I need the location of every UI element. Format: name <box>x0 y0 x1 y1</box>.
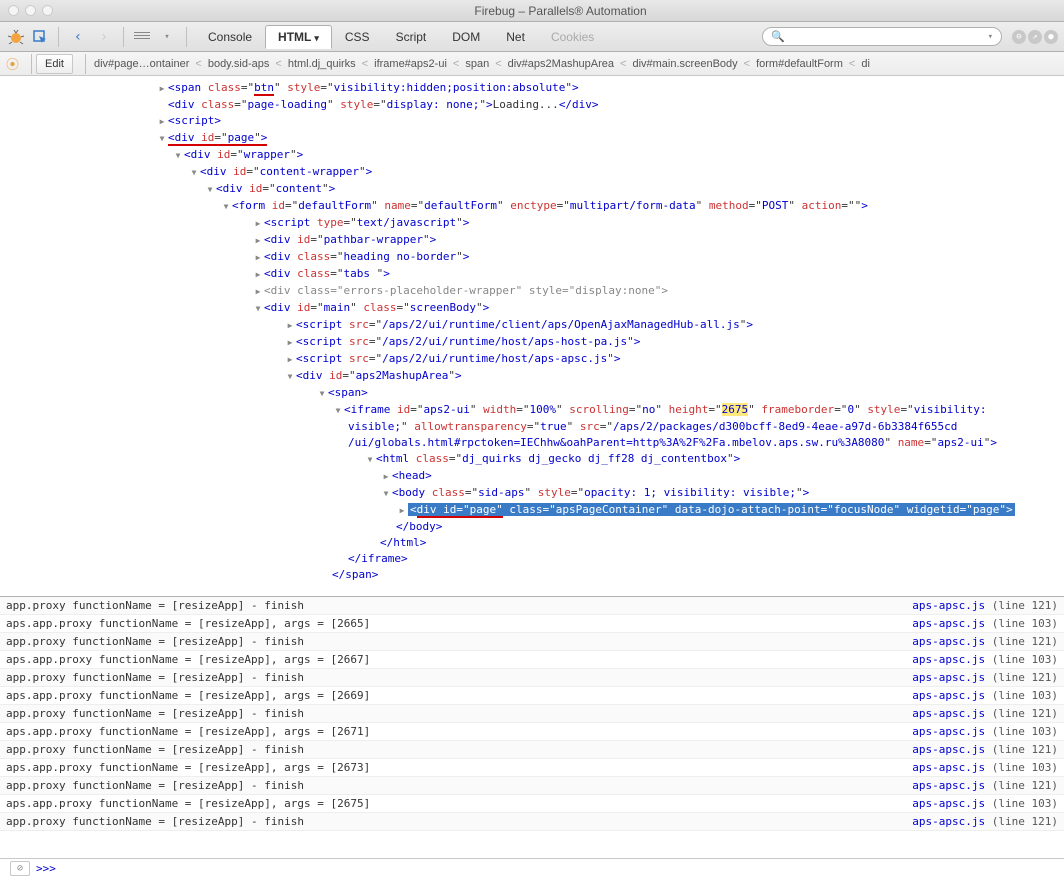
main-toolbar: ‹ › ▾ Console HTML▾ CSS Script DOM Net C… <box>0 22 1064 52</box>
console-row: app.proxy functionName = [resizeApp] - f… <box>0 813 1064 831</box>
console-message: app.proxy functionName = [resizeApp] - f… <box>6 599 304 612</box>
crumb[interactable]: div#main.screenBody <box>628 56 741 72</box>
console-message: app.proxy functionName = [resizeApp] - f… <box>6 635 304 648</box>
console-message: app.proxy functionName = [resizeApp] - f… <box>6 815 304 828</box>
console-source[interactable]: aps-apsc.js (line 103) <box>912 689 1058 702</box>
console-message: app.proxy functionName = [resizeApp] - f… <box>6 707 304 720</box>
console-source[interactable]: aps-apsc.js (line 103) <box>912 797 1058 810</box>
console-message: aps.app.proxy functionName = [resizeApp]… <box>6 689 370 702</box>
crumb[interactable]: div#page…ontainer <box>90 56 193 72</box>
back-button[interactable]: ‹ <box>67 27 89 47</box>
console-source[interactable]: aps-apsc.js (line 103) <box>912 725 1058 738</box>
console-message: aps.app.proxy functionName = [resizeApp]… <box>6 725 370 738</box>
crumb[interactable]: di <box>857 56 874 72</box>
console-source[interactable]: aps-apsc.js (line 121) <box>912 635 1058 648</box>
console-prompt: >>> <box>36 862 56 875</box>
console-message: aps.app.proxy functionName = [resizeApp]… <box>6 761 370 774</box>
console-row: aps.app.proxy functionName = [resizeApp]… <box>0 795 1064 813</box>
console-message: app.proxy functionName = [resizeApp] - f… <box>6 779 304 792</box>
breadcrumb-bar: ⦿ Edit div#page…ontainer < body.sid-aps … <box>0 52 1064 76</box>
html-tree[interactable]: <span class="btn" style="visibility:hidd… <box>0 76 1064 596</box>
console-message: aps.app.proxy functionName = [resizeApp]… <box>6 653 370 666</box>
console-row: app.proxy functionName = [resizeApp] - f… <box>0 597 1064 615</box>
detach-panel-icon[interactable]: ↗ <box>1028 30 1042 44</box>
console-input-bar: ⊘ >>> <box>0 858 1064 878</box>
selected-node[interactable]: <div id="page" class="apsPageContainer" … <box>408 503 1015 516</box>
crumb[interactable]: div#aps2MashupArea <box>504 56 618 72</box>
tab-dom[interactable]: DOM <box>439 25 493 49</box>
minimize-window-icon[interactable] <box>25 5 36 16</box>
console-row: app.proxy functionName = [resizeApp] - f… <box>0 633 1064 651</box>
crumb[interactable]: html.dj_quirks <box>284 56 360 72</box>
console-row: aps.app.proxy functionName = [resizeApp]… <box>0 651 1064 669</box>
search-box[interactable]: 🔍 ▾ <box>762 27 1002 46</box>
console-message: aps.app.proxy functionName = [resizeApp]… <box>6 617 370 630</box>
console-row: aps.app.proxy functionName = [resizeApp]… <box>0 687 1064 705</box>
crumb[interactable]: form#defaultForm <box>752 56 847 72</box>
panel-menu-icon[interactable] <box>132 29 152 45</box>
forward-button[interactable]: › <box>93 27 115 47</box>
inspect-icon[interactable] <box>30 27 50 47</box>
titlebar: Firebug – Parallels® Automation <box>0 0 1064 22</box>
crumb[interactable]: span <box>461 56 493 72</box>
console-message: app.proxy functionName = [resizeApp] - f… <box>6 743 304 756</box>
search-input[interactable] <box>789 31 988 43</box>
console-source[interactable]: aps-apsc.js (line 121) <box>912 815 1058 828</box>
console-source[interactable]: aps-apsc.js (line 121) <box>912 707 1058 720</box>
console-row: aps.app.proxy functionName = [resizeApp]… <box>0 615 1064 633</box>
console-source[interactable]: aps-apsc.js (line 103) <box>912 617 1058 630</box>
breakpoint-icon[interactable]: ⦿ <box>6 54 19 73</box>
minimize-panel-icon[interactable]: ⊖ <box>1012 30 1026 44</box>
console-input[interactable] <box>62 862 1058 875</box>
console-row: aps.app.proxy functionName = [resizeApp]… <box>0 759 1064 777</box>
console-message: app.proxy functionName = [resizeApp] - f… <box>6 671 304 684</box>
console-source[interactable]: aps-apsc.js (line 121) <box>912 599 1058 612</box>
crumb[interactable]: body.sid-aps <box>204 56 274 72</box>
firebug-icon[interactable] <box>6 27 26 47</box>
console-source[interactable]: aps-apsc.js (line 103) <box>912 761 1058 774</box>
console-message: aps.app.proxy functionName = [resizeApp]… <box>6 797 370 810</box>
console-panel: app.proxy functionName = [resizeApp] - f… <box>0 596 1064 858</box>
console-row: app.proxy functionName = [resizeApp] - f… <box>0 741 1064 759</box>
console-row: app.proxy functionName = [resizeApp] - f… <box>0 669 1064 687</box>
close-panel-icon[interactable]: ● <box>1044 30 1058 44</box>
clear-console-icon[interactable]: ⊘ <box>10 861 30 876</box>
zoom-window-icon[interactable] <box>42 5 53 16</box>
console-source[interactable]: aps-apsc.js (line 103) <box>912 653 1058 666</box>
search-icon: 🔍 <box>771 30 785 43</box>
crumb[interactable]: iframe#aps2-ui <box>370 56 451 72</box>
window-title: Firebug – Parallels® Automation <box>65 4 1056 18</box>
tab-net[interactable]: Net <box>493 25 538 49</box>
tab-cookies[interactable]: Cookies <box>538 25 607 49</box>
console-row: app.proxy functionName = [resizeApp] - f… <box>0 705 1064 723</box>
tab-html[interactable]: HTML▾ <box>265 25 332 49</box>
console-row: app.proxy functionName = [resizeApp] - f… <box>0 777 1064 795</box>
console-row: aps.app.proxy functionName = [resizeApp]… <box>0 723 1064 741</box>
panel-menu-dropdown[interactable]: ▾ <box>156 27 178 47</box>
console-source[interactable]: aps-apsc.js (line 121) <box>912 743 1058 756</box>
tab-script[interactable]: Script <box>383 25 440 49</box>
console-source[interactable]: aps-apsc.js (line 121) <box>912 671 1058 684</box>
close-window-icon[interactable] <box>8 5 19 16</box>
edit-button[interactable]: Edit <box>36 54 73 74</box>
tab-css[interactable]: CSS <box>332 25 383 49</box>
console-source[interactable]: aps-apsc.js (line 121) <box>912 779 1058 792</box>
tab-console[interactable]: Console <box>195 25 265 49</box>
